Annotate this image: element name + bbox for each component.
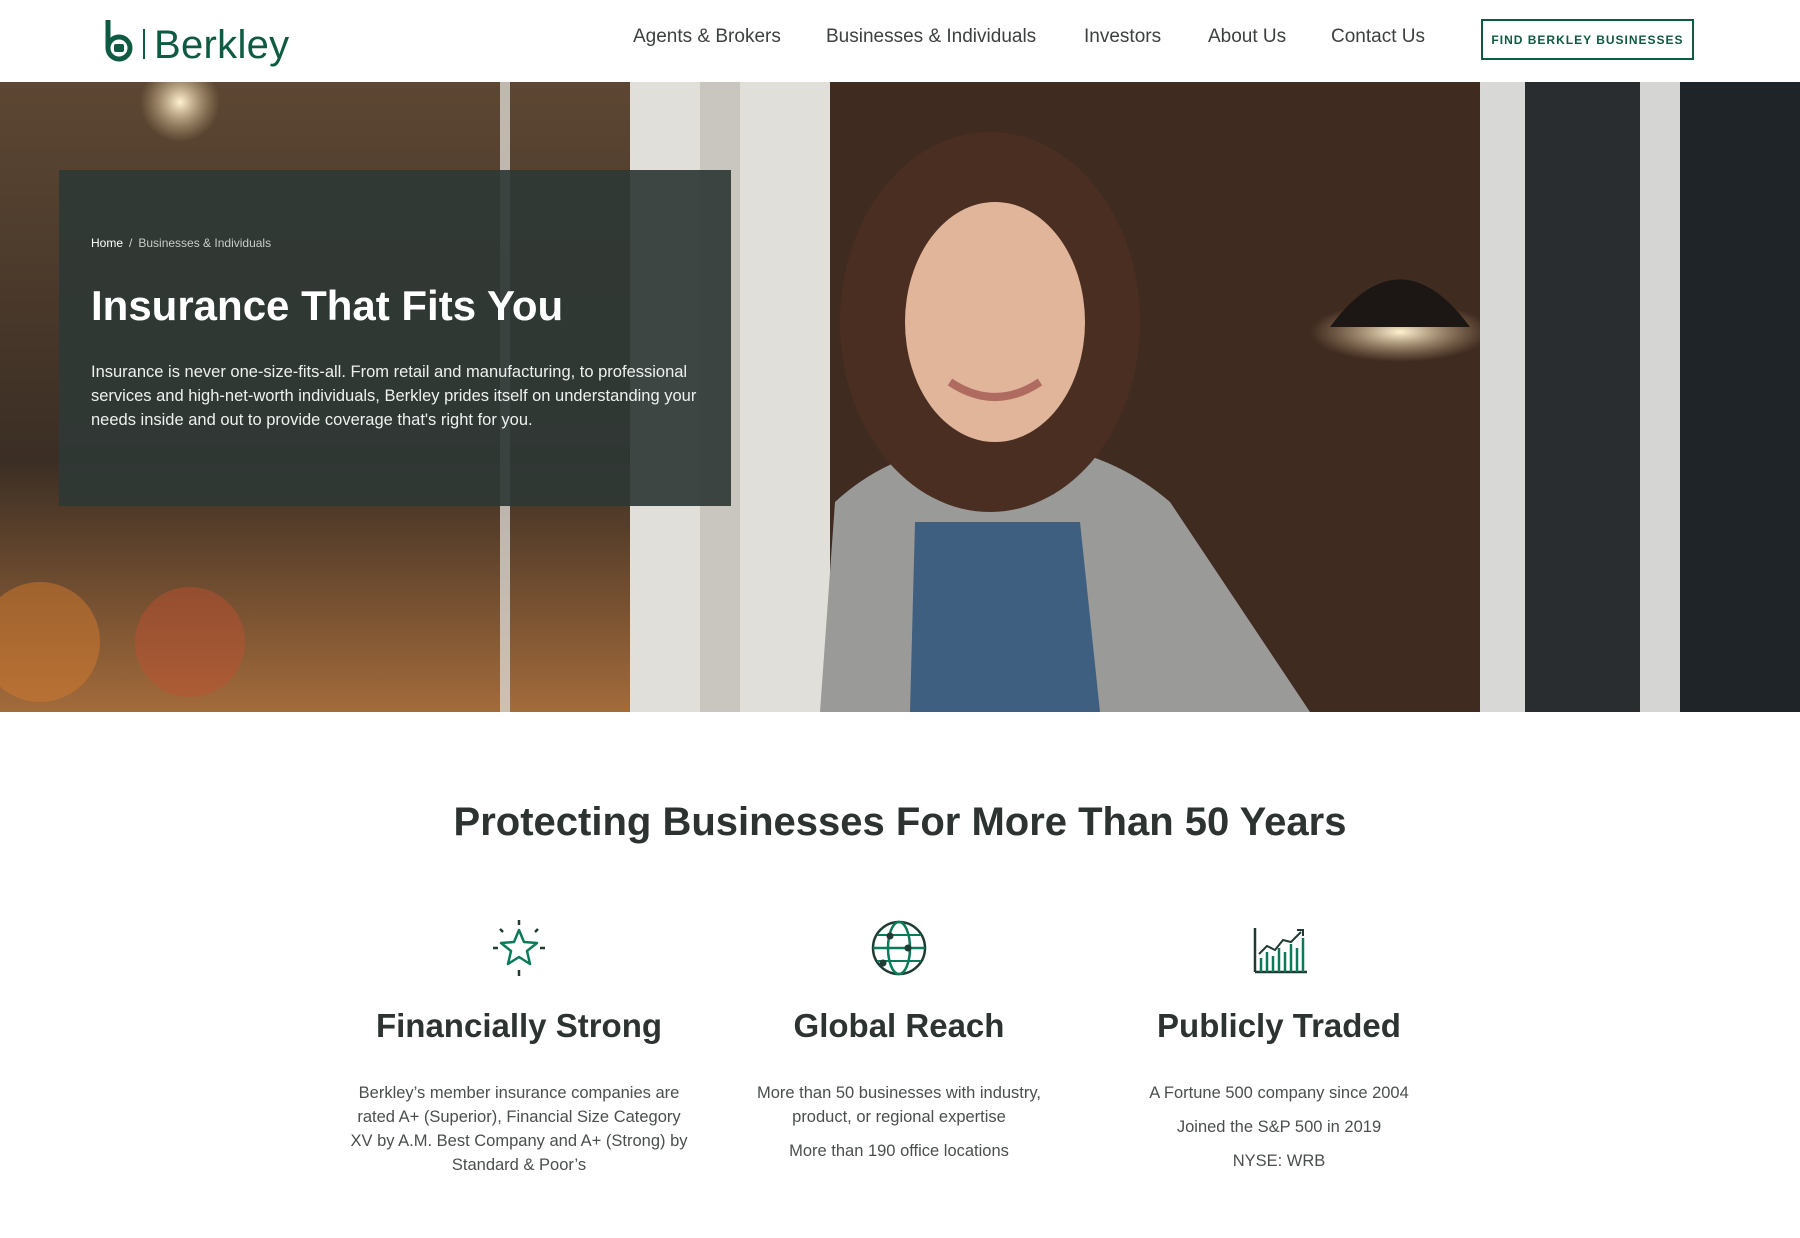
nav-about-us[interactable]: About Us xyxy=(1208,26,1286,54)
section-title: Protecting Businesses For More Than 50 Y… xyxy=(453,800,1347,844)
breadcrumb-home-link[interactable]: Home xyxy=(91,236,123,250)
growth-chart-icon xyxy=(1253,928,1307,974)
logo-divider xyxy=(143,29,145,59)
feature-title: Global Reach xyxy=(793,1007,1005,1044)
berkley-logo[interactable]: Berkley xyxy=(103,14,290,67)
breadcrumb-separator: / xyxy=(129,236,133,250)
hero-title: Insurance That Fits You xyxy=(91,282,564,329)
site-header: Berkley Agents & Brokers Businesses & In… xyxy=(0,0,1800,82)
feature-title: Publicly Traded xyxy=(1157,1007,1401,1044)
hero-description: Insurance is never one-size-fits-all. Fr… xyxy=(91,363,697,429)
berkley-logo-mark-icon xyxy=(105,20,133,62)
nav-businesses-individuals[interactable]: Businesses & Individuals xyxy=(826,26,1036,54)
feature-title: Financially Strong xyxy=(375,1007,663,1044)
star-icon xyxy=(493,920,545,976)
feature-publicly-traded: Publicly Traded A Fortune 500 company si… xyxy=(1109,918,1449,1173)
feature-global-reach: Global Reach More than 50 businesses wit… xyxy=(729,918,1069,1163)
feature-financially-strong: Financially Strong Berkley’s member insu… xyxy=(349,918,689,1177)
nav-contact-us[interactable]: Contact Us xyxy=(1331,26,1425,54)
breadcrumb-current: Businesses & Individuals xyxy=(138,236,272,250)
nav-investors[interactable]: Investors xyxy=(1084,26,1161,54)
feature-text-2: More than 190 office locations xyxy=(789,1142,1009,1160)
hero-text-panel: Home / Businesses & Individuals Insuranc… xyxy=(59,170,731,506)
feature-text: Berkley’s member insurance companies are… xyxy=(350,1084,688,1174)
feature-text-1: More than 50 businesses with industry, p… xyxy=(756,1084,1041,1126)
feature-text-3: NYSE: WRB xyxy=(1232,1152,1326,1170)
find-berkley-businesses-button[interactable]: FIND BERKLEY BUSINESSES xyxy=(1481,19,1694,60)
feature-text-2: Joined the S&P 500 in 2019 xyxy=(1176,1118,1382,1136)
feature-text-1: A Fortune 500 company since 2004 xyxy=(1149,1084,1409,1102)
breadcrumb: Home / Businesses & Individuals xyxy=(91,236,271,250)
nav-agents-brokers[interactable]: Agents & Brokers xyxy=(633,26,781,54)
hero-banner: Home / Businesses & Individuals Insuranc… xyxy=(0,82,1800,712)
logo-text: Berkley xyxy=(154,22,290,67)
globe-icon xyxy=(871,920,927,976)
